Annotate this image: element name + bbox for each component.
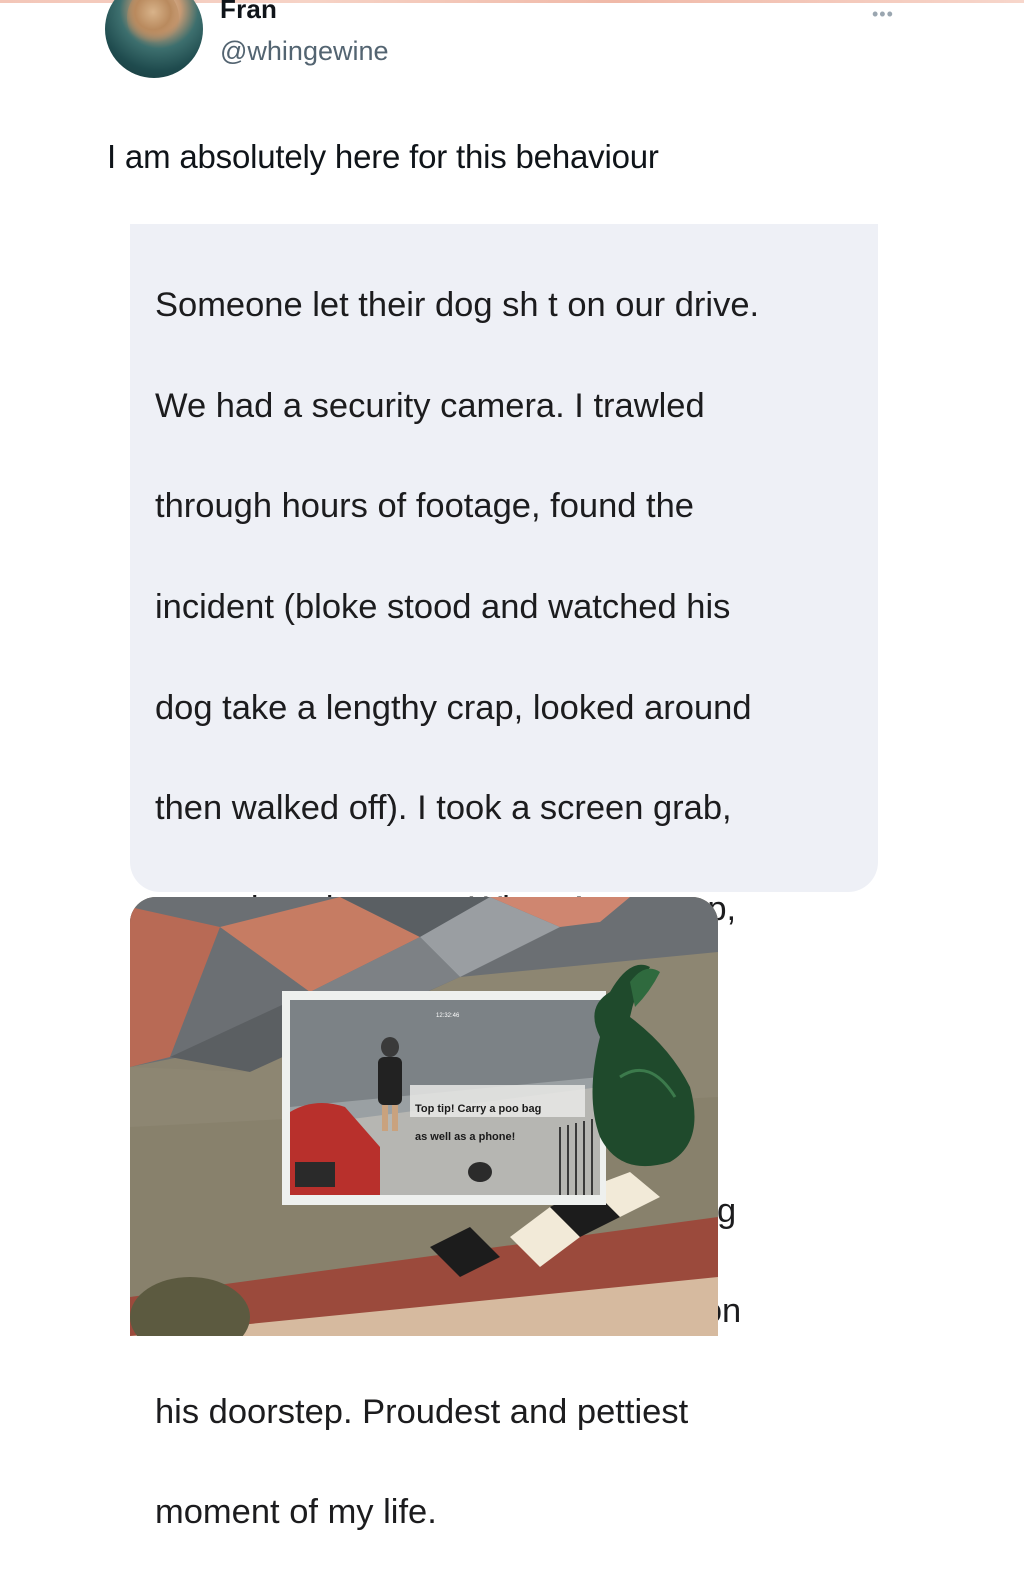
screengrab-timestamp: 12:32:46 xyxy=(436,1013,460,1019)
more-options-icon[interactable]: ••• xyxy=(872,4,894,25)
quoted-post-line: then walked off). I took a screen grab, xyxy=(155,789,732,828)
quoted-post-line: moment of my life. xyxy=(155,1493,437,1532)
author-handle[interactable]: @whingewine xyxy=(220,36,389,67)
screengrab-caption: Top tip! Carry a poo bag as well as a ph… xyxy=(415,1103,542,1143)
tweet-text: I am absolutely here for this behaviour xyxy=(107,138,659,175)
quoted-post-line: Someone let their dog sh t on our drive. xyxy=(155,286,760,325)
quoted-post-line: dog take a lengthy crap, looked around xyxy=(155,688,752,727)
attached-photo[interactable]: 12:32:46 Top tip! Carry a poo bag as wel… xyxy=(130,897,718,1336)
avatar[interactable] xyxy=(105,0,203,78)
quoted-post-bubble: Someone let their dog sh t on our drive.… xyxy=(130,224,878,1531)
quoted-post-line: incident (bloke stood and watched his xyxy=(155,588,731,627)
quoted-post-line: We had a security camera. I trawled xyxy=(155,386,705,425)
quoted-post-line: his doorstep. Proudest and pettiest xyxy=(155,1392,689,1431)
author-display-name[interactable]: Fran xyxy=(220,0,277,25)
quoted-post-line: through hours of footage, found the xyxy=(155,487,694,526)
